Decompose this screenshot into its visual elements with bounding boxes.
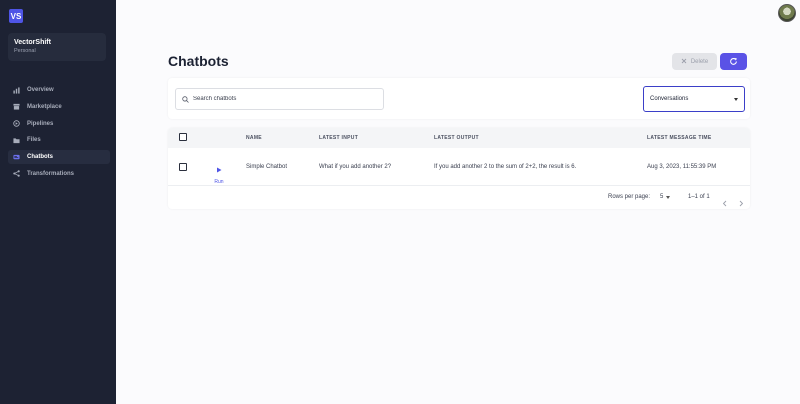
sidebar-nav: Overview Marketplace Pipelines Files Cha… bbox=[8, 83, 110, 184]
sidebar-item-label: Transformations bbox=[27, 170, 75, 177]
delete-button[interactable]: Delete bbox=[672, 53, 717, 70]
chevron-down-icon bbox=[734, 97, 738, 101]
cell-latest-input: What if you add another 2? bbox=[319, 164, 392, 170]
rows-per-page-label: Rows per page: bbox=[608, 194, 651, 200]
workspace-switcher[interactable]: VectorShift Personal bbox=[8, 33, 106, 61]
row-checkbox[interactable] bbox=[179, 163, 187, 171]
rows-per-page-value: 5 bbox=[660, 194, 664, 200]
sidebar-item-label: Marketplace bbox=[27, 103, 62, 110]
chatbots-table: NAME LATEST INPUT LATEST OUTPUT LATEST M… bbox=[168, 128, 750, 209]
sidebar-item-label: Files bbox=[27, 137, 41, 144]
refresh-icon bbox=[729, 53, 738, 71]
pipeline-icon bbox=[13, 120, 20, 127]
previous-page-button[interactable] bbox=[722, 194, 728, 207]
rows-per-page-select[interactable]: 5 bbox=[660, 194, 671, 200]
vectorshift-logo[interactable]: VS bbox=[9, 9, 23, 23]
sidebar-item-label: Chatbots bbox=[27, 154, 53, 161]
sidebar-item-label: Pipelines bbox=[27, 120, 54, 127]
column-header-latest-input[interactable]: LATEST INPUT bbox=[319, 135, 358, 141]
table-header: NAME LATEST INPUT LATEST OUTPUT LATEST M… bbox=[168, 128, 750, 148]
sidebar-item-chatbots[interactable]: Chatbots bbox=[8, 150, 110, 165]
search-toolbar: Conversations bbox=[168, 78, 750, 119]
search-input[interactable] bbox=[193, 96, 373, 102]
column-header-latest-output[interactable]: LATEST OUTPUT bbox=[434, 135, 479, 141]
sidebar-item-overview[interactable]: Overview bbox=[8, 83, 110, 97]
view-select[interactable]: Conversations bbox=[643, 86, 745, 112]
user-avatar[interactable] bbox=[778, 4, 796, 22]
select-all-checkbox[interactable] bbox=[179, 133, 187, 141]
search-box[interactable] bbox=[175, 88, 384, 110]
chat-icon bbox=[13, 154, 20, 161]
row-divider bbox=[168, 185, 750, 186]
refresh-button[interactable] bbox=[720, 53, 747, 70]
column-header-latest-message-time[interactable]: LATEST MESSAGE TIME bbox=[647, 135, 712, 141]
next-page-button[interactable] bbox=[738, 194, 744, 207]
folder-icon bbox=[13, 137, 20, 144]
store-icon bbox=[13, 103, 20, 110]
sidebar-item-label: Overview bbox=[27, 87, 54, 93]
sidebar-item-pipelines[interactable]: Pipelines bbox=[8, 117, 110, 131]
bar-chart-icon bbox=[13, 86, 20, 94]
transform-icon bbox=[13, 170, 20, 178]
column-header-name[interactable]: NAME bbox=[246, 135, 262, 141]
workspace-name: VectorShift bbox=[14, 39, 51, 46]
delete-button-label: Delete bbox=[690, 58, 709, 65]
sidebar-item-marketplace[interactable]: Marketplace bbox=[8, 100, 110, 114]
cell-latest-message-time: Aug 3, 2023, 11:55:39 PM bbox=[647, 164, 717, 170]
pagination-range: 1–1 of 1 bbox=[688, 194, 710, 200]
cell-name: Simple Chatbot bbox=[246, 164, 288, 170]
play-icon bbox=[216, 160, 222, 178]
run-button[interactable]: Run bbox=[213, 160, 225, 185]
cell-latest-output: If you add another 2 to the sum of 2+2, … bbox=[434, 164, 577, 170]
sidebar-item-transformations[interactable]: Transformations bbox=[8, 167, 110, 181]
view-select-value: Conversations bbox=[650, 96, 689, 102]
sidebar-item-files[interactable]: Files bbox=[8, 133, 110, 147]
chevron-right-icon bbox=[739, 200, 744, 207]
chevron-down-icon bbox=[666, 195, 671, 199]
chevron-left-icon bbox=[722, 200, 727, 207]
search-icon bbox=[182, 90, 189, 108]
page-title: Chatbots bbox=[168, 53, 229, 69]
sidebar: VS VectorShift Personal Overview Marketp… bbox=[0, 0, 116, 404]
workspace-type: Personal bbox=[14, 48, 36, 54]
close-icon bbox=[681, 58, 687, 66]
